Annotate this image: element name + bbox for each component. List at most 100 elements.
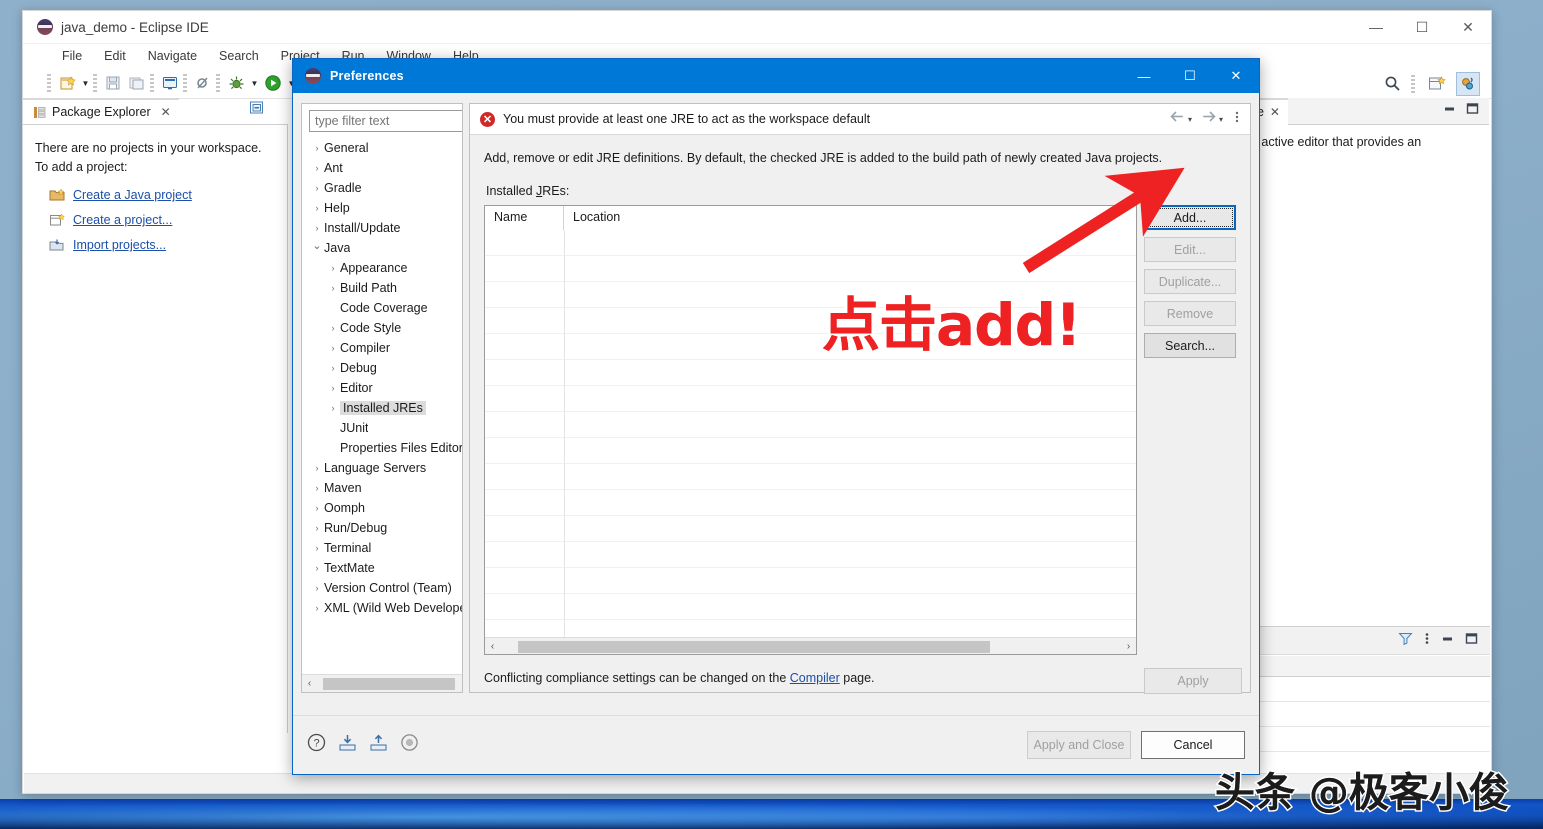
chevron-right-icon[interactable]: › <box>310 603 324 613</box>
scroll-right-arrow[interactable]: › <box>1121 641 1136 652</box>
close-button[interactable]: ✕ <box>1445 11 1491 43</box>
import-preferences-icon[interactable] <box>338 733 357 757</box>
scroll-track[interactable] <box>317 676 463 691</box>
skip-breakpoints-icon[interactable] <box>192 72 214 94</box>
chevron-right-icon[interactable]: › <box>310 163 324 173</box>
scroll-left-arrow[interactable]: ‹ <box>302 678 317 689</box>
back-icon[interactable] <box>1170 110 1185 128</box>
maximize-icon[interactable] <box>1466 102 1479 120</box>
column-header-location[interactable]: Location <box>564 206 1136 230</box>
menu-search[interactable]: Search <box>208 46 270 66</box>
create-project-row[interactable]: Create a project... <box>35 213 287 227</box>
tree-item-code-coverage[interactable]: Code Coverage <box>306 298 462 318</box>
compiler-link[interactable]: Compiler <box>790 671 840 685</box>
table-row[interactable] <box>485 230 1136 256</box>
tree-item-language-servers[interactable]: ›Language Servers <box>306 458 462 478</box>
tree-item-properties-files-editor[interactable]: Properties Files Editor <box>306 438 462 458</box>
close-icon[interactable]: ✕ <box>1270 105 1280 119</box>
tree-item-junit[interactable]: JUnit <box>306 418 462 438</box>
table-row[interactable] <box>485 516 1136 542</box>
new-dropdown-caret[interactable]: ▼ <box>80 72 91 94</box>
chevron-down-icon[interactable]: ⌄ <box>310 239 324 252</box>
tree-horizontal-scrollbar[interactable]: ‹ › <box>302 674 463 692</box>
tree-item-compiler[interactable]: ›Compiler <box>306 338 462 358</box>
import-projects-row[interactable]: Import projects... <box>35 238 287 252</box>
chevron-right-icon[interactable]: › <box>326 263 340 273</box>
link-label[interactable]: Import projects... <box>73 238 166 252</box>
chevron-right-icon[interactable]: › <box>326 363 340 373</box>
dialog-close-button[interactable]: ✕ <box>1213 59 1259 93</box>
scroll-thumb[interactable] <box>518 641 990 653</box>
table-row[interactable] <box>485 412 1136 438</box>
save-all-icon[interactable] <box>126 72 148 94</box>
chevron-right-icon[interactable]: › <box>310 523 324 533</box>
run-icon[interactable] <box>262 72 284 94</box>
toolbar-drag-handle-4[interactable] <box>183 74 187 92</box>
apply-button[interactable]: Apply <box>1144 668 1242 694</box>
installed-jres-table[interactable]: Name Location <box>484 205 1137 655</box>
perspective-drag-handle[interactable] <box>1411 75 1415 93</box>
menu-edit[interactable]: Edit <box>93 46 137 66</box>
open-perspective-icon[interactable] <box>1426 73 1448 95</box>
export-preferences-icon[interactable] <box>369 733 388 757</box>
scroll-track[interactable] <box>500 639 1121 654</box>
table-row[interactable] <box>485 334 1136 360</box>
link-label[interactable]: Create a project... <box>73 213 172 227</box>
table-body[interactable] <box>485 230 1136 637</box>
minimize-button[interactable]: — <box>1353 11 1399 43</box>
create-java-project-row[interactable]: Create a Java project <box>35 188 287 202</box>
save-icon[interactable] <box>102 72 124 94</box>
minimize-icon[interactable] <box>1441 632 1454 650</box>
chevron-right-icon[interactable]: › <box>310 203 324 213</box>
chevron-right-icon[interactable]: › <box>310 463 324 473</box>
remove-button[interactable]: Remove <box>1144 301 1236 326</box>
table-row[interactable] <box>485 594 1136 620</box>
tree-item-xml-wild-web-developer[interactable]: ›XML (Wild Web Developer) <box>306 598 462 618</box>
table-row[interactable] <box>1242 727 1490 752</box>
minimize-icon[interactable] <box>1443 102 1456 120</box>
tab-package-explorer[interactable]: Package Explorer ✕ <box>23 98 179 124</box>
dialog-maximize-button[interactable]: ☐ <box>1167 59 1213 93</box>
chevron-right-icon[interactable]: › <box>326 283 340 293</box>
chevron-right-icon[interactable]: › <box>326 403 340 413</box>
cancel-button[interactable]: Cancel <box>1141 731 1245 759</box>
view-menu-icon[interactable] <box>1424 631 1430 651</box>
table-row[interactable] <box>485 386 1136 412</box>
tree-item-build-path[interactable]: ›Build Path <box>306 278 462 298</box>
menu-navigate[interactable]: Navigate <box>137 46 208 66</box>
tree-item-run-debug[interactable]: ›Run/Debug <box>306 518 462 538</box>
table-horizontal-scrollbar[interactable]: ‹ › <box>485 637 1136 654</box>
chevron-right-icon[interactable]: › <box>310 483 324 493</box>
debug-icon[interactable] <box>225 72 247 94</box>
tree-item-oomph[interactable]: ›Oomph <box>306 498 462 518</box>
close-icon[interactable]: ✕ <box>161 105 171 119</box>
table-row[interactable] <box>1242 702 1490 727</box>
toolbar-drag-handle-2[interactable] <box>93 74 97 92</box>
tree-item-maven[interactable]: ›Maven <box>306 478 462 498</box>
back-dropdown-caret[interactable]: ▾ <box>1188 115 1192 124</box>
windows-taskbar[interactable] <box>0 799 1543 829</box>
maximize-button[interactable]: ☐ <box>1399 11 1445 43</box>
open-console-icon[interactable] <box>159 72 181 94</box>
chevron-right-icon[interactable]: › <box>310 583 324 593</box>
collapse-all-icon[interactable] <box>249 100 264 120</box>
chevron-right-icon[interactable]: › <box>326 383 340 393</box>
chevron-right-icon[interactable]: › <box>310 223 324 233</box>
view-menu-icon[interactable] <box>1234 110 1240 129</box>
tree-item-version-control-team[interactable]: ›Version Control (Team) <box>306 578 462 598</box>
chevron-right-icon[interactable]: › <box>310 543 324 553</box>
column-header-name[interactable]: Name <box>485 206 564 230</box>
table-row[interactable] <box>485 360 1136 386</box>
table-row[interactable] <box>485 256 1136 282</box>
tree-item-textmate[interactable]: ›TextMate <box>306 558 462 578</box>
menu-file[interactable]: File <box>51 46 93 66</box>
search-button[interactable]: Search... <box>1144 333 1236 358</box>
scroll-thumb[interactable] <box>323 678 455 690</box>
tree-item-code-style[interactable]: ›Code Style <box>306 318 462 338</box>
chevron-right-icon[interactable]: › <box>310 563 324 573</box>
toolbar-drag-handle-5[interactable] <box>216 74 220 92</box>
toolbar-drag-handle[interactable] <box>47 74 51 92</box>
table-row[interactable] <box>485 282 1136 308</box>
table-row[interactable] <box>485 464 1136 490</box>
java-perspective-icon[interactable] <box>1456 72 1480 96</box>
